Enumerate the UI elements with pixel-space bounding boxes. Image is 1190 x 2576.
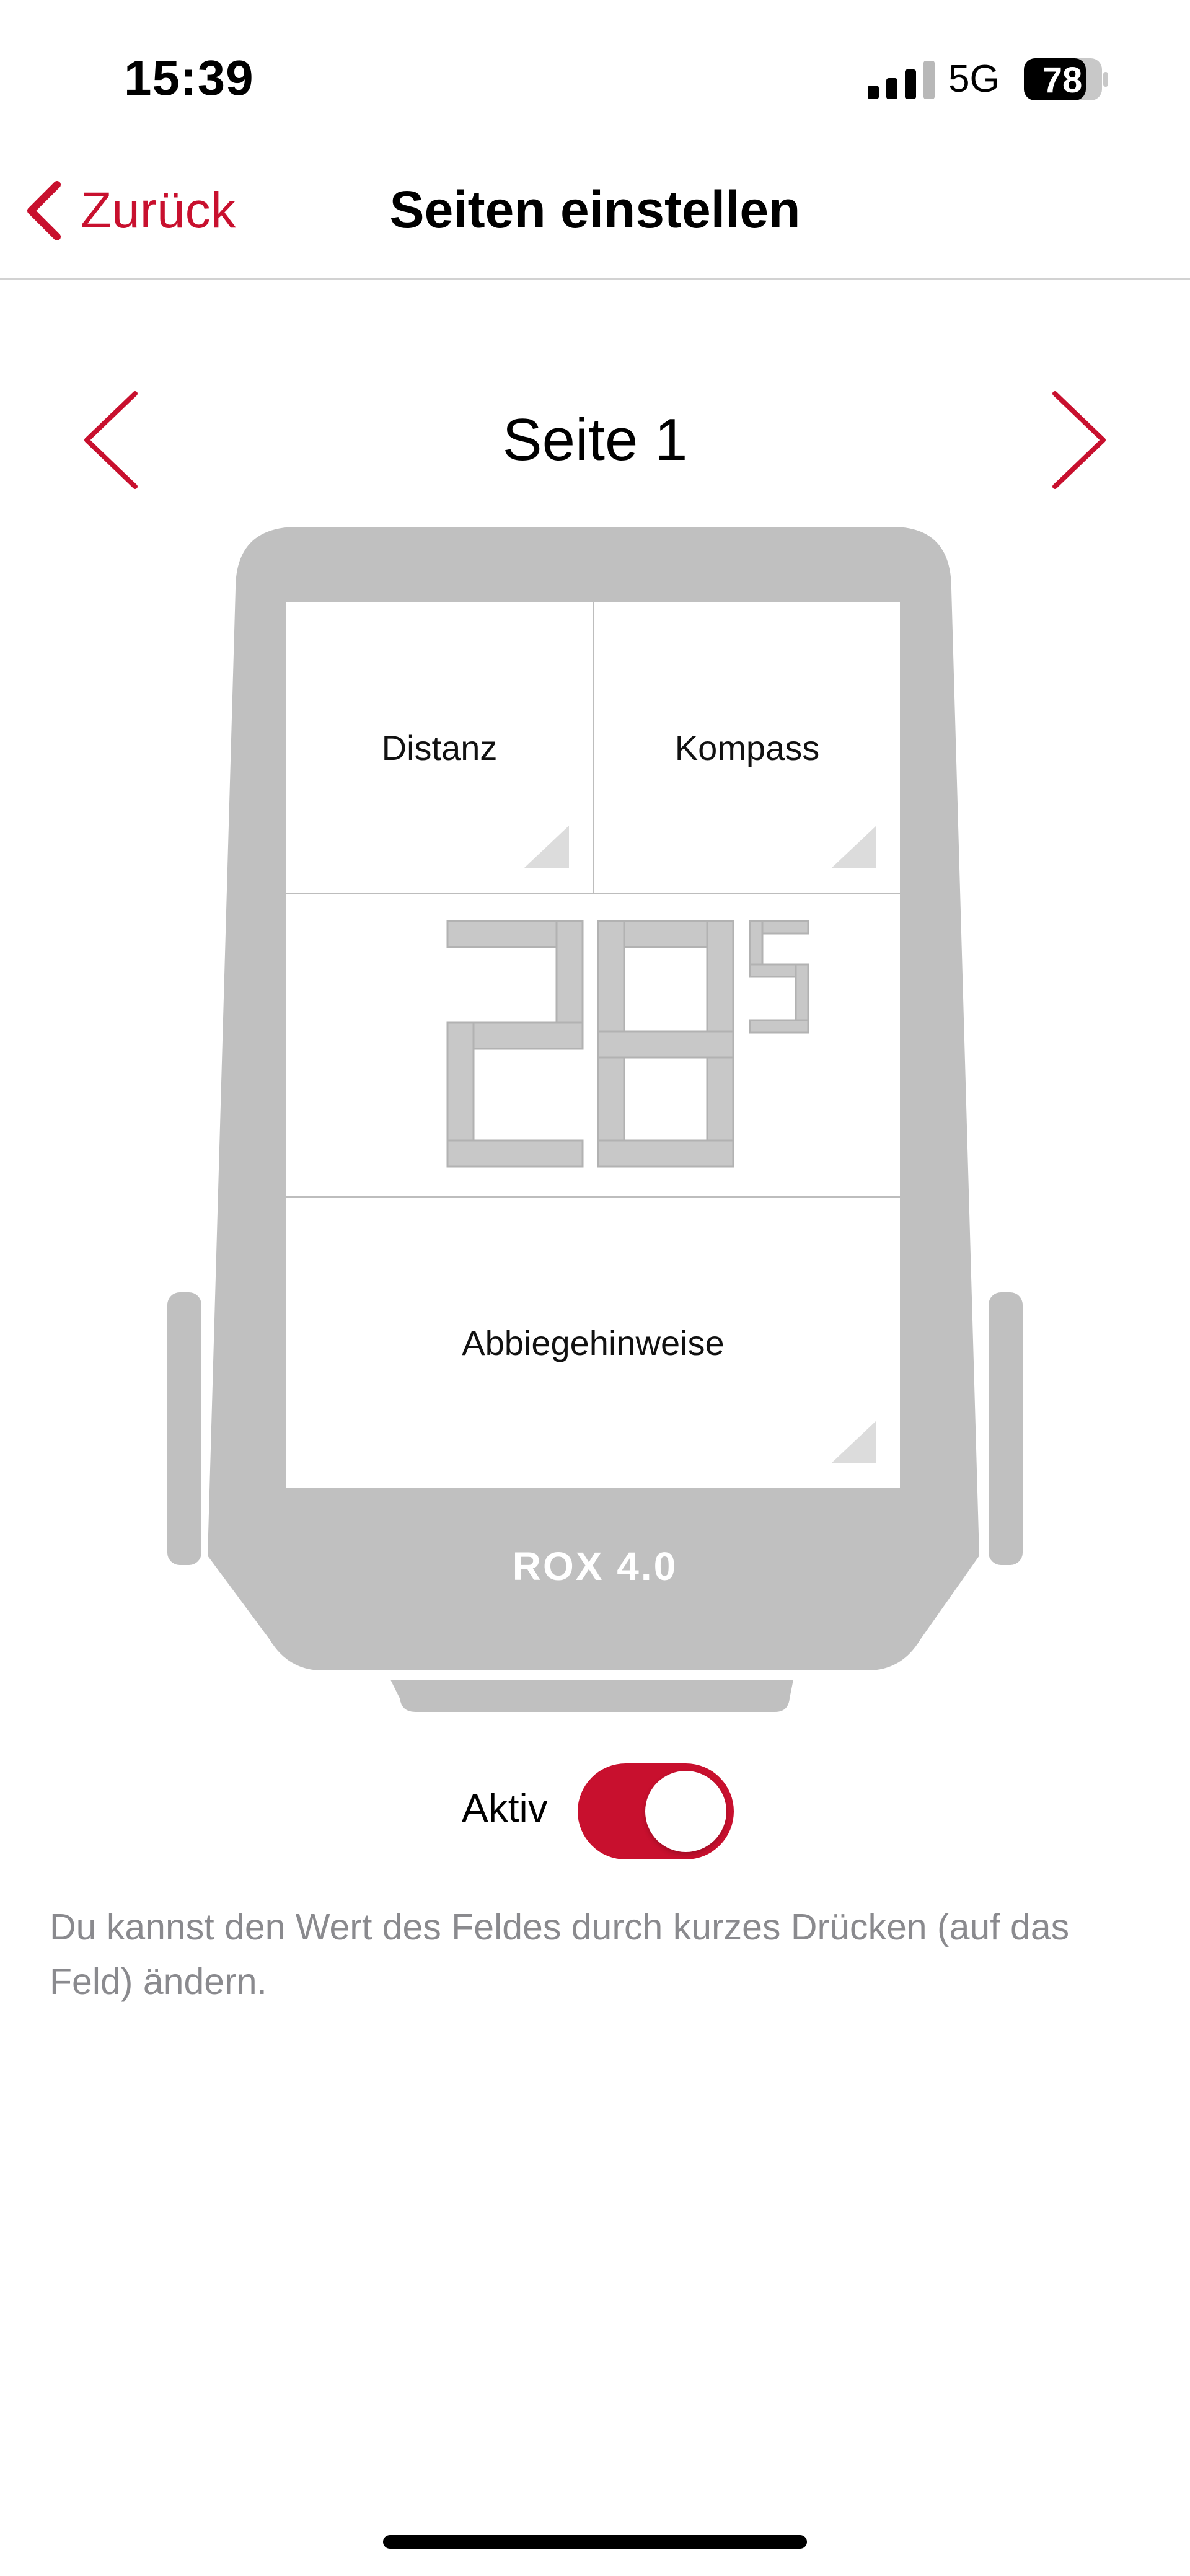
field-corner-icon — [524, 826, 569, 868]
hint-text: Du kannst den Wert des Feldes durch kurz… — [50, 1907, 1070, 2002]
field-corner-icon — [832, 1421, 876, 1463]
field-bottom[interactable]: Abbiegehinweise — [286, 1198, 900, 1488]
active-toggle-label: Aktiv — [462, 1786, 548, 1830]
field-label-compass: Kompass — [674, 728, 820, 767]
home-indicator[interactable] — [383, 2535, 807, 2549]
field-label-distance: Distanz — [381, 728, 498, 767]
screen-divider — [593, 602, 594, 893]
screen-divider — [286, 893, 900, 894]
field-top-right[interactable]: Kompass — [594, 602, 900, 893]
active-toggle[interactable] — [578, 1763, 734, 1859]
toggle-knob — [645, 1771, 726, 1852]
field-top-left[interactable]: Distanz — [286, 602, 593, 893]
screen-divider — [286, 1196, 900, 1198]
device-model: ROX 4.0 — [512, 1544, 678, 1589]
field-middle[interactable] — [286, 894, 900, 1196]
field-label-turn-hints: Abbiegehinweise — [462, 1323, 725, 1362]
field-corner-icon — [832, 826, 876, 868]
